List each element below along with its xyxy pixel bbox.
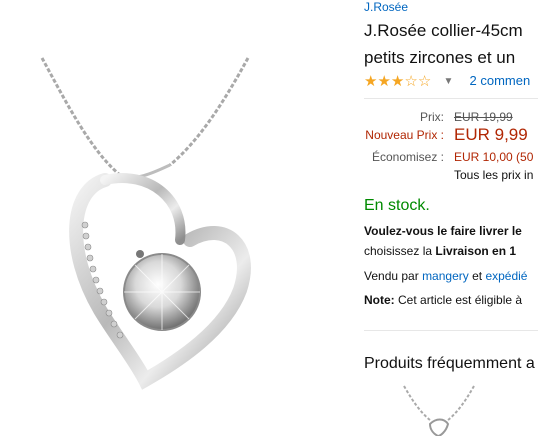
divider [364, 330, 538, 331]
chevron-down-icon[interactable]: ▼ [443, 76, 453, 87]
divider [364, 98, 538, 99]
star-icon: ★ [390, 73, 405, 90]
stock-status: En stock. [364, 197, 430, 214]
list-price-value: EUR 19,99 [454, 110, 513, 124]
shipping-headline: Voulez-vous le faire livrer le [364, 224, 522, 238]
savings-value: EUR 10,00 (50 [454, 150, 534, 164]
star-empty-icon: ☆ [417, 73, 432, 90]
seller-line: Vendu par mangery et expédié [364, 269, 527, 283]
shipping-option: Livraison en 1 [435, 244, 517, 258]
rating-row[interactable]: ★★★☆☆ ▼ 2 commen [364, 72, 530, 91]
product-info-panel: J.Rosée J.Rosée collier-45cm petits zirc… [364, 0, 538, 436]
product-title-line-1: J.Rosée collier-45cm [364, 21, 523, 40]
taxes-note: Tous les prix in [454, 168, 534, 182]
note-text: Cet article est éligible à [394, 293, 523, 307]
seller-prefix: Vendu par [364, 269, 423, 283]
frequently-bought-heading: Produits fréquemment a [364, 355, 535, 372]
shipping-detail: choisissez la Livraison en 1 [364, 244, 516, 258]
product-title-line-2: petits zircones et un [364, 48, 516, 67]
reviews-link[interactable]: 2 commen [470, 73, 531, 88]
product-image[interactable] [10, 40, 310, 430]
star-icon: ★ [377, 73, 391, 90]
note-label: Note: [364, 293, 395, 307]
savings-label: Économisez : [371, 150, 444, 164]
shipping-detail-prefix: choisissez la [364, 244, 436, 258]
seller-mid: et [468, 269, 486, 283]
fulfillment-link[interactable]: expédié [485, 269, 527, 283]
star-empty-icon: ☆ [404, 73, 418, 90]
brand-link[interactable]: J.Rosée [364, 0, 408, 14]
list-price-label: Prix: [420, 110, 444, 124]
new-price-value: EUR 9,99 [454, 125, 528, 144]
fbt-product-thumbnail[interactable] [394, 382, 484, 436]
note-line: Note: Cet article est éligible à [364, 293, 522, 307]
new-price-label: Nouveau Prix : [365, 128, 444, 142]
seller-link[interactable]: mangery [422, 269, 469, 283]
star-icon: ★ [364, 73, 378, 90]
